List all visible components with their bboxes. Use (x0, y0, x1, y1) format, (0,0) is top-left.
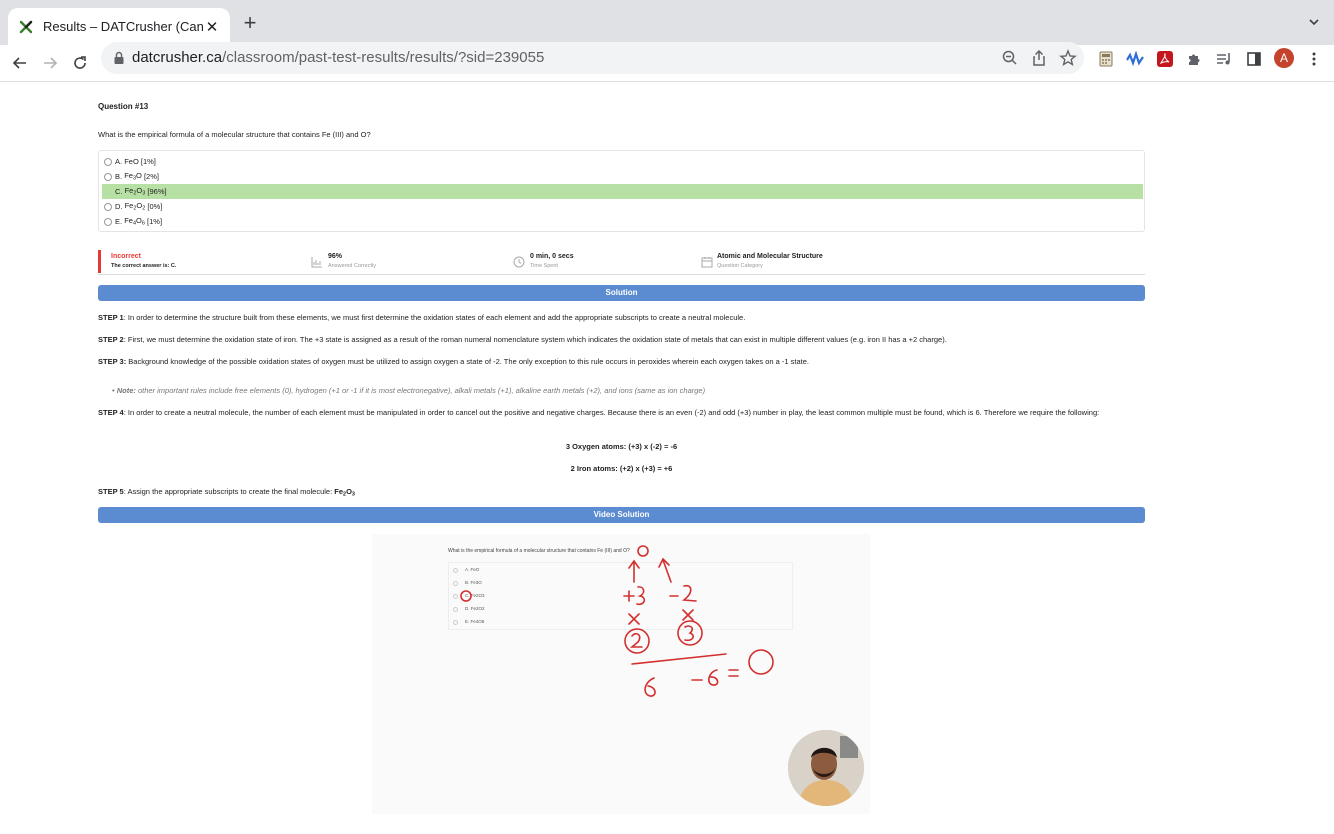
step-text: : In order to create a neutral molecule,… (123, 408, 1100, 417)
answer-percent: [1%] (140, 157, 156, 166)
presenter-webcam (788, 730, 864, 806)
step-label: STEP 3: (98, 357, 127, 366)
answer-percent: [2%] (143, 172, 159, 181)
video-solution-header: Video Solution (98, 507, 1145, 523)
profile-avatar[interactable]: A (1274, 48, 1294, 68)
answer-option-c[interactable]: C. Fe2O3 [96%] (102, 184, 1143, 199)
step-label: STEP 4 (98, 408, 124, 417)
question-number: Question #13 (98, 102, 149, 111)
step-3: STEP 3: Background knowledge of the poss… (98, 356, 1145, 368)
answer-option-e[interactable]: E. Fe4O6 [1%] (102, 214, 1143, 229)
new-tab-button[interactable]: + (238, 12, 262, 36)
final-formula: Fe2O3 (334, 487, 355, 498)
step-2: STEP 2: First, we must determine the oxi… (98, 334, 1145, 346)
answer-percent: [0%] (147, 202, 163, 211)
step-text: : Assign the appropriate subscripts to c… (123, 487, 335, 496)
lock-icon[interactable] (113, 51, 125, 65)
answer-letter: A. (115, 157, 123, 166)
step-text: : In order to determine the structure bu… (123, 313, 746, 322)
answer-letter: B. (115, 172, 123, 181)
note-text: other important rules include free eleme… (135, 386, 706, 395)
time-spent: 0 min, 0 secs (530, 253, 574, 260)
answer-formula: Fe2O3 (124, 186, 146, 197)
step-1: STEP 1: In order to determine the struct… (98, 312, 1145, 324)
answer-letter: D. (115, 202, 123, 211)
answer-option-a[interactable]: A. FeO [1%] (102, 154, 1143, 169)
reload-button[interactable] (68, 51, 92, 75)
zoom-icon[interactable] (1001, 49, 1019, 67)
step-label: STEP 1 (98, 313, 124, 322)
acrobat-extension-icon[interactable] (1155, 49, 1175, 69)
step-text: Background knowledge of the possible oxi… (126, 357, 809, 366)
kebab-menu-icon[interactable] (1304, 49, 1324, 69)
answer-letter: C. (115, 187, 123, 196)
url-path: /classroom/past-test-results/results/?si… (222, 49, 545, 66)
url-text: datcrusher.ca/classroom/past-test-result… (132, 49, 544, 66)
question-text: What is the empirical formula of a molec… (98, 130, 371, 139)
incorrect-indicator (98, 250, 101, 273)
answer-letter: E. (115, 217, 123, 226)
forward-button[interactable] (38, 51, 62, 75)
answer-option-d[interactable]: D. Fe2O2 [0%] (102, 199, 1143, 214)
answer-percent: [1%] (147, 217, 163, 226)
time-stat: 0 min, 0 secs Time Spent (530, 253, 574, 269)
solution-header: Solution (98, 285, 1145, 301)
percent-label: Answered Correctly (328, 263, 376, 269)
correct-answer-text: The correct answer is: C. (111, 263, 177, 269)
result-stats-bar: Incorrect The correct answer is: C. 96% … (98, 250, 1145, 275)
step-5: STEP 5: Assign the appropriate subscript… (98, 486, 1145, 501)
percent-correct: 96% (328, 253, 343, 260)
time-label: Time Spent (530, 263, 558, 269)
radio-button[interactable] (104, 157, 112, 166)
answer-formula: FeO (124, 157, 139, 166)
step-label: STEP 2 (98, 335, 124, 344)
radio-button[interactable] (104, 202, 112, 211)
tab-close-icon[interactable]: ✕ (204, 18, 220, 36)
category-stat: Atomic and Molecular Structure Question … (717, 253, 823, 269)
tab-title: Results – DATCrusher (Canadian (43, 19, 204, 34)
calc-iron: 2 Iron atoms: (+2) x (+3) = +6 (570, 464, 673, 473)
radio-button[interactable] (104, 217, 112, 226)
datcrusher-favicon-icon (18, 19, 34, 35)
bookmark-star-icon[interactable] (1059, 49, 1077, 67)
results-page: Question #13 What is the empirical formu… (98, 82, 1145, 834)
category-label: Question Category (717, 263, 763, 269)
radio-button[interactable] (104, 172, 112, 181)
calc-oxygen: 3 Oxygen atoms: (+3) x (-2) = -6 (565, 442, 678, 451)
media-queue-icon[interactable] (1214, 49, 1234, 69)
question-category: Atomic and Molecular Structure (717, 253, 823, 260)
answer-percent: [96%] (147, 187, 167, 196)
result-stat: Incorrect The correct answer is: C. (111, 253, 176, 269)
calculator-extension-icon[interactable] (1096, 49, 1116, 69)
back-button[interactable] (8, 51, 32, 75)
tab-strip: Results – DATCrusher (Canadian ✕ + (0, 0, 1334, 45)
step-label: STEP 5 (98, 487, 124, 496)
address-bar[interactable]: datcrusher.ca/classroom/past-test-result… (101, 42, 1084, 74)
url-domain: datcrusher.ca (132, 49, 223, 66)
clock-icon (513, 256, 525, 268)
extensions-puzzle-icon[interactable] (1184, 49, 1204, 69)
video-player[interactable]: What is the empirical formula of a molec… (372, 534, 870, 814)
step-4: STEP 4: In order to create a neutral mol… (98, 407, 1145, 419)
answer-formula: Fe4O6 (124, 216, 145, 227)
answer-list: A. FeO [1%] B. Fe3O [2%] C. Fe2O3 [96%] … (98, 150, 1145, 232)
result-status: Incorrect (111, 253, 141, 260)
calendar-icon (701, 256, 713, 268)
share-icon[interactable] (1030, 49, 1048, 67)
step-text: : First, we must determine the oxidation… (123, 335, 947, 344)
active-tab[interactable]: Results – DATCrusher (Canadian ✕ (8, 8, 230, 45)
answer-formula: Fe3O (124, 171, 142, 182)
wave-extension-icon[interactable] (1125, 49, 1145, 69)
bar-chart-icon (311, 256, 323, 268)
note: • Note: other important rules include fr… (112, 386, 705, 395)
percent-stat: 96% Answered Correctly (328, 253, 376, 269)
side-panel-icon[interactable] (1244, 49, 1264, 69)
tab-search-chevron-icon[interactable] (1306, 14, 1322, 30)
note-label: • Note: (112, 386, 136, 395)
answer-option-b[interactable]: B. Fe3O [2%] (102, 169, 1143, 184)
answer-formula: Fe2O2 (124, 201, 146, 212)
